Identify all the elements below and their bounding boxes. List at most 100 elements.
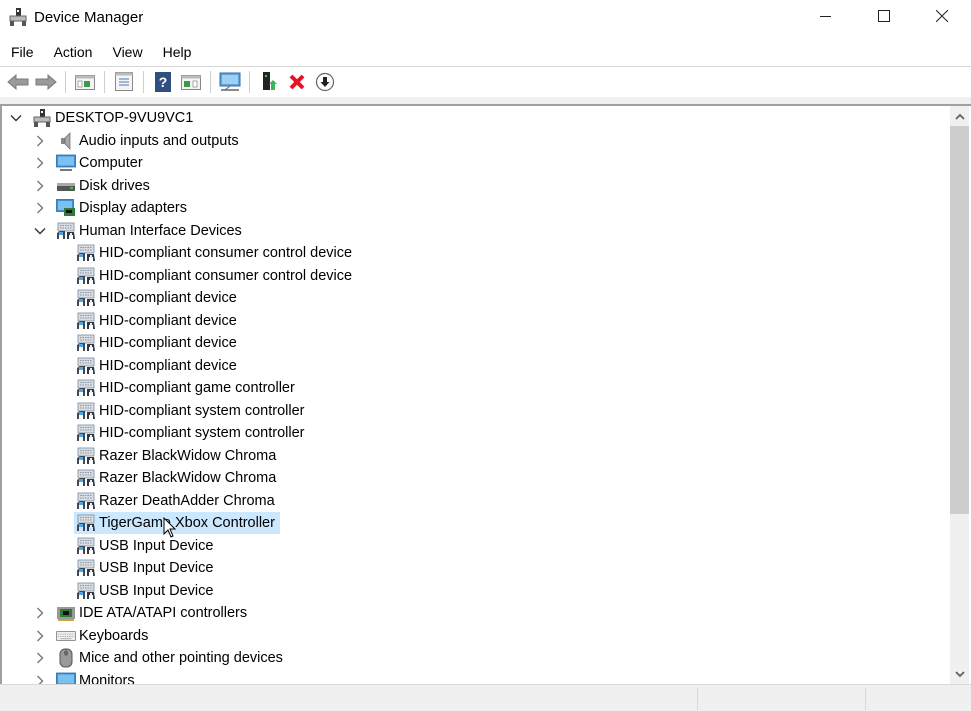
menu-help[interactable]: Help bbox=[156, 42, 199, 62]
help-button[interactable]: ? bbox=[151, 70, 175, 94]
tree-category[interactable]: IDE ATA/ATAPI controllers bbox=[32, 602, 252, 624]
maximize-icon bbox=[878, 10, 890, 22]
tree-item-content[interactable]: USB Input Device bbox=[74, 535, 218, 557]
maximize-button[interactable] bbox=[855, 0, 913, 32]
tree-category[interactable]: Computer bbox=[32, 152, 148, 174]
tree-item-content[interactable]: Razer BlackWidow Chroma bbox=[74, 467, 281, 489]
tree-device[interactable]: HID-compliant consumer control device bbox=[74, 265, 357, 287]
tree-item-label: HID-compliant system controller bbox=[99, 425, 305, 441]
monitor-icon bbox=[56, 672, 76, 684]
properties-button[interactable] bbox=[112, 70, 136, 94]
tree-item-content[interactable]: HID-compliant device bbox=[74, 332, 242, 354]
tree-item-content[interactable]: Razer DeathAdder Chroma bbox=[74, 490, 280, 512]
tree-item-content[interactable]: Audio inputs and outputs bbox=[54, 130, 244, 152]
tree-item-content[interactable]: USB Input Device bbox=[74, 557, 218, 579]
tree-item-content[interactable]: TigerGame Xbox Controller bbox=[74, 512, 280, 534]
tree-item-content[interactable]: IDE ATA/ATAPI controllers bbox=[54, 602, 252, 624]
show-hide-action-pane-button[interactable] bbox=[179, 70, 203, 94]
tree-item-label: HID-compliant game controller bbox=[99, 380, 295, 396]
menu-view[interactable]: View bbox=[105, 42, 149, 62]
keyboard-icon bbox=[56, 627, 76, 645]
tree-device[interactable]: HID-compliant system controller bbox=[74, 400, 309, 422]
chevron-down-icon bbox=[34, 227, 46, 234]
tree-category[interactable]: Mice and other pointing devices bbox=[32, 647, 288, 669]
tree-device[interactable]: HID-compliant device bbox=[74, 310, 242, 332]
tree-category[interactable]: Human Interface Devices bbox=[32, 220, 247, 242]
menu-bar: File Action View Help bbox=[0, 40, 971, 64]
tree-item-content[interactable]: HID-compliant game controller bbox=[74, 377, 300, 399]
scan-hardware-changes-button[interactable] bbox=[218, 70, 242, 94]
chevron-right-icon bbox=[37, 675, 44, 684]
tree-device[interactable]: USB Input Device bbox=[74, 535, 218, 557]
minimize-button[interactable] bbox=[797, 0, 855, 32]
tree-item-content[interactable]: Keyboards bbox=[54, 625, 153, 647]
back-button[interactable] bbox=[6, 70, 30, 94]
tree-category[interactable]: Disk drives bbox=[32, 175, 155, 197]
uninstall-device-button[interactable] bbox=[285, 70, 309, 94]
tree-item-content[interactable]: USB Input Device bbox=[74, 580, 218, 602]
tree-item-content[interactable]: Disk drives bbox=[54, 175, 155, 197]
tree-category[interactable]: Audio inputs and outputs bbox=[32, 130, 244, 152]
expand-toggle[interactable] bbox=[32, 133, 48, 149]
title-bar: Device Manager bbox=[0, 0, 971, 38]
tree-item-content[interactable]: HID-compliant device bbox=[74, 355, 242, 377]
tree-item-label: Razer DeathAdder Chroma bbox=[99, 492, 275, 509]
tree-item-content[interactable]: Razer BlackWidow Chroma bbox=[74, 445, 281, 467]
tree-device[interactable]: Razer DeathAdder Chroma bbox=[74, 490, 280, 512]
expand-toggle[interactable] bbox=[32, 178, 48, 194]
tree-device[interactable]: HID-compliant system controller bbox=[74, 422, 309, 444]
update-driver-button[interactable] bbox=[257, 70, 281, 94]
collapse-toggle[interactable] bbox=[8, 110, 24, 126]
vertical-scrollbar[interactable] bbox=[950, 106, 969, 684]
expand-toggle[interactable] bbox=[32, 650, 48, 666]
tree-device[interactable]: HID-compliant device bbox=[74, 355, 242, 377]
show-hide-console-tree-button[interactable] bbox=[73, 70, 97, 94]
tree-category[interactable]: Display adapters bbox=[32, 197, 192, 219]
expand-toggle[interactable] bbox=[32, 200, 48, 216]
forward-button[interactable] bbox=[34, 70, 58, 94]
tree-item-content[interactable]: HID-compliant system controller bbox=[74, 400, 309, 422]
device-tree[interactable]: DESKTOP-9VU9VC1 Audio inputs and outputs C… bbox=[0, 104, 971, 684]
tree-root[interactable]: DESKTOP-9VU9VC1 bbox=[8, 107, 198, 129]
speaker-icon bbox=[56, 131, 76, 150]
expand-toggle[interactable] bbox=[32, 673, 48, 684]
tree-item-content[interactable]: Monitors bbox=[54, 670, 140, 684]
tree-device[interactable]: HID-compliant device bbox=[74, 332, 242, 354]
tree-item-content[interactable]: HID-compliant system controller bbox=[74, 422, 309, 444]
tree-device[interactable]: TigerGame Xbox Controller bbox=[74, 512, 280, 534]
tree-item-label: Computer bbox=[79, 155, 143, 171]
tree-device[interactable]: HID-compliant device bbox=[74, 287, 242, 309]
tree-item-content[interactable]: Mice and other pointing devices bbox=[54, 647, 288, 669]
tree-device[interactable]: HID-compliant consumer control device bbox=[74, 242, 357, 264]
tree-device[interactable]: Razer BlackWidow Chroma bbox=[74, 467, 281, 489]
minimize-icon bbox=[820, 16, 831, 17]
hid-icon bbox=[76, 334, 96, 352]
expand-toggle[interactable] bbox=[32, 628, 48, 644]
tree-item-content[interactable]: HID-compliant device bbox=[74, 310, 242, 332]
tree-item-content[interactable]: Human Interface Devices bbox=[54, 220, 247, 242]
tree-device[interactable]: Razer BlackWidow Chroma bbox=[74, 445, 281, 467]
tree-device[interactable]: HID-compliant game controller bbox=[74, 377, 300, 399]
menu-action[interactable]: Action bbox=[47, 42, 100, 62]
tree-item-content[interactable]: HID-compliant consumer control device bbox=[74, 265, 357, 287]
chevron-right-icon bbox=[37, 180, 44, 191]
expand-toggle[interactable] bbox=[32, 155, 48, 171]
tree-device[interactable]: USB Input Device bbox=[74, 557, 218, 579]
tree-item-content[interactable]: Computer bbox=[54, 152, 148, 174]
expand-toggle[interactable] bbox=[32, 605, 48, 621]
collapse-toggle[interactable] bbox=[32, 223, 48, 239]
toolbar-separator bbox=[143, 71, 144, 93]
tree-item-content[interactable]: Display adapters bbox=[54, 197, 192, 219]
menu-file[interactable]: File bbox=[4, 42, 41, 62]
tree-category[interactable]: Keyboards bbox=[32, 625, 153, 647]
tree-category[interactable]: Monitors bbox=[32, 670, 140, 684]
close-button[interactable] bbox=[913, 0, 971, 32]
tree-device[interactable]: USB Input Device bbox=[74, 580, 218, 602]
scroll-down-button[interactable] bbox=[950, 664, 969, 684]
tree-item-content[interactable]: HID-compliant consumer control device bbox=[74, 242, 357, 264]
disable-device-button[interactable] bbox=[313, 70, 337, 94]
tree-item-content[interactable]: DESKTOP-9VU9VC1 bbox=[30, 107, 198, 129]
tree-item-content[interactable]: HID-compliant device bbox=[74, 287, 242, 309]
scroll-up-button[interactable] bbox=[950, 106, 969, 126]
scrollbar-thumb[interactable] bbox=[950, 126, 969, 514]
